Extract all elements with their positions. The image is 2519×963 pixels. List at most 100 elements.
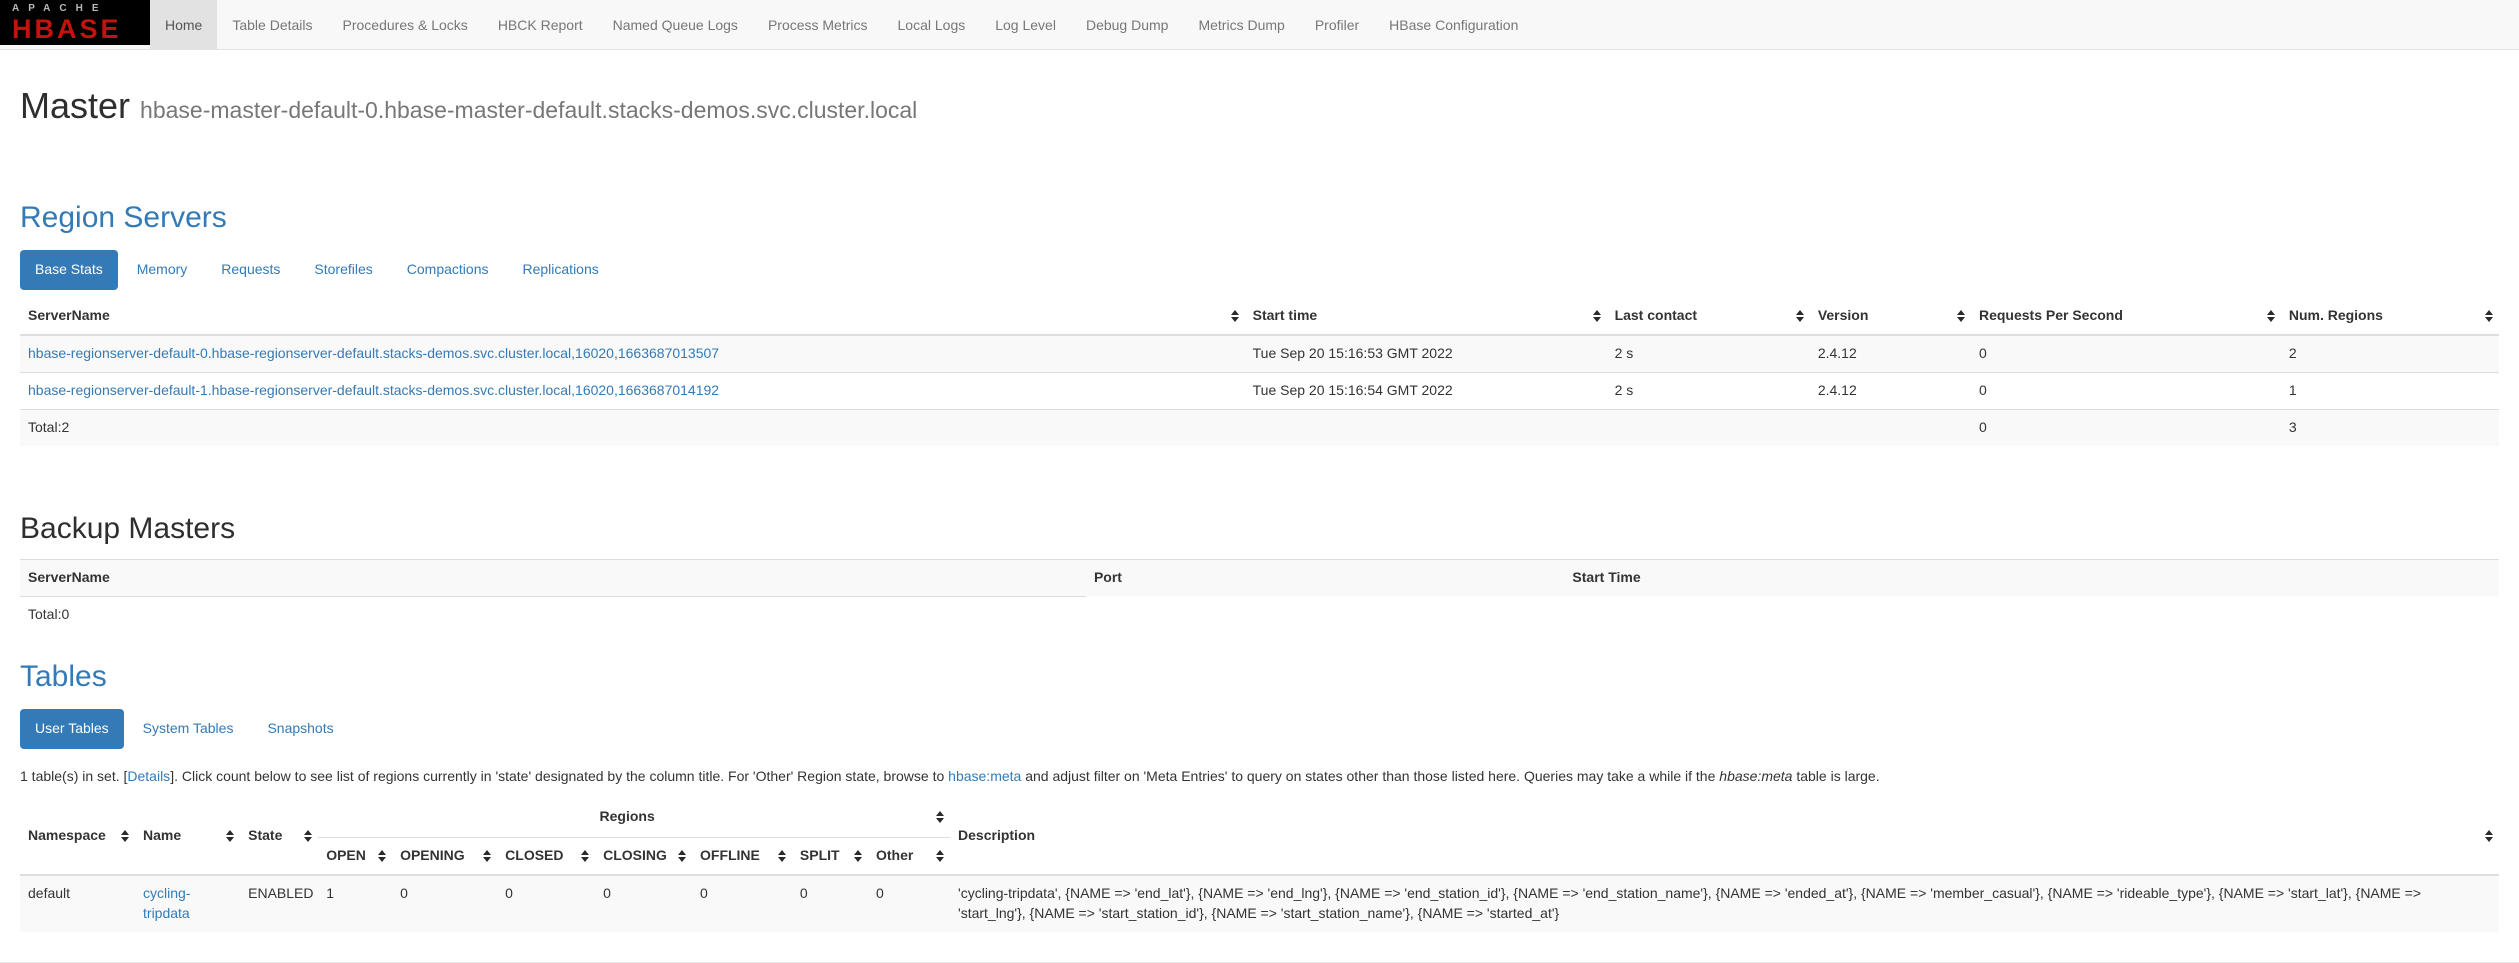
- col-header-split[interactable]: SPLIT: [792, 838, 868, 875]
- col-header-regions-group[interactable]: Regions: [318, 797, 950, 837]
- num-regions-cell: 2: [2281, 335, 2499, 372]
- table-row: hbase-regionserver-default-1.hbase-regio…: [20, 372, 2499, 409]
- tab-requests-link[interactable]: Requests: [206, 250, 295, 290]
- sort-icon[interactable]: [936, 811, 944, 823]
- tab-system-tables[interactable]: System Tables: [128, 709, 249, 749]
- col-header-requests-per-second[interactable]: Requests Per Second: [1971, 298, 2281, 335]
- col-header-closed-label: CLOSED: [505, 847, 563, 863]
- regionserver-link[interactable]: hbase-regionserver-default-1.hbase-regio…: [28, 382, 719, 398]
- col-header-num-regions[interactable]: Num. Regions: [2281, 298, 2499, 335]
- tab-base-stats-link[interactable]: Base Stats: [20, 250, 118, 290]
- sort-icon[interactable]: [378, 850, 386, 862]
- sort-icon[interactable]: [936, 850, 944, 862]
- nav-item-table-details[interactable]: Table Details: [217, 0, 327, 49]
- col-header-version[interactable]: Version: [1810, 298, 1971, 335]
- nav-item-debug-dump[interactable]: Debug Dump: [1071, 0, 1184, 49]
- nav-item-metrics-dump[interactable]: Metrics Dump: [1183, 0, 1299, 49]
- sort-icon[interactable]: [854, 850, 862, 862]
- logo-hbase-text: HBASE: [12, 15, 150, 43]
- tab-storefiles-link[interactable]: Storefiles: [299, 250, 387, 290]
- nav-item-profiler[interactable]: Profiler: [1300, 0, 1374, 49]
- start-time-cell: Tue Sep 20 15:16:53 GMT 2022: [1245, 335, 1607, 372]
- nav-item-process-metrics[interactable]: Process Metrics: [753, 0, 883, 49]
- tab-snapshots-link[interactable]: Snapshots: [252, 709, 348, 749]
- tab-requests[interactable]: Requests: [206, 250, 295, 290]
- sort-icon[interactable]: [778, 850, 786, 862]
- nav-link-log-level[interactable]: Log Level: [980, 0, 1071, 50]
- nav-item-local-logs[interactable]: Local Logs: [883, 0, 981, 49]
- tab-user-tables-link[interactable]: User Tables: [20, 709, 124, 749]
- empty-cell: [1245, 409, 1607, 445]
- col-header-offline[interactable]: OFFLINE: [692, 838, 792, 875]
- tables-heading: Tables: [20, 660, 2499, 693]
- hbase-meta-italic: hbase:meta: [1719, 768, 1792, 784]
- sort-icon[interactable]: [226, 830, 234, 842]
- split-count-cell: 0: [792, 875, 868, 932]
- open-count[interactable]: 1: [326, 885, 334, 901]
- note-text: ]. Click count below to see list of regi…: [170, 768, 948, 784]
- nav-link-home[interactable]: Home: [150, 0, 217, 50]
- tab-system-tables-link[interactable]: System Tables: [128, 709, 249, 749]
- nav-link-table-details[interactable]: Table Details: [217, 0, 327, 50]
- sort-icon[interactable]: [1957, 310, 1965, 322]
- regionserver-link[interactable]: hbase-regionserver-default-0.hbase-regio…: [28, 345, 719, 361]
- nav-link-local-logs[interactable]: Local Logs: [883, 0, 981, 50]
- col-header-other[interactable]: Other: [868, 838, 950, 875]
- nav-item-named-queue-logs[interactable]: Named Queue Logs: [598, 0, 753, 49]
- col-header-description[interactable]: Description: [950, 797, 2499, 875]
- col-header-name-label: Name: [143, 827, 181, 843]
- col-header-description-label: Description: [958, 827, 1035, 843]
- col-header-namespace[interactable]: Namespace: [20, 797, 135, 875]
- nav-link-process-metrics[interactable]: Process Metrics: [753, 0, 883, 50]
- sort-icon[interactable]: [581, 850, 589, 862]
- nav-link-named-queue-logs[interactable]: Named Queue Logs: [598, 0, 753, 50]
- tab-memory-link[interactable]: Memory: [122, 250, 203, 290]
- sort-icon[interactable]: [304, 830, 312, 842]
- nav-link-debug-dump[interactable]: Debug Dump: [1071, 0, 1184, 50]
- tab-replications-link[interactable]: Replications: [507, 250, 613, 290]
- details-link[interactable]: Details: [127, 768, 170, 784]
- nav-link-hbck-report[interactable]: HBCK Report: [483, 0, 598, 50]
- tab-compactions[interactable]: Compactions: [392, 250, 504, 290]
- sort-icon[interactable]: [121, 830, 129, 842]
- sort-icon[interactable]: [1593, 310, 1601, 322]
- navbar-menu: Home Table Details Procedures & Locks HB…: [150, 0, 1533, 49]
- closed-count-cell: 0: [497, 875, 595, 932]
- sort-icon[interactable]: [678, 850, 686, 862]
- nav-item-procedures-locks[interactable]: Procedures & Locks: [328, 0, 483, 49]
- sort-icon[interactable]: [483, 850, 491, 862]
- sort-icon[interactable]: [2485, 310, 2493, 322]
- col-header-other-label: Other: [876, 847, 913, 863]
- col-header-start-time[interactable]: Start time: [1245, 298, 1607, 335]
- tab-replications[interactable]: Replications: [507, 250, 613, 290]
- nav-link-procedures-locks[interactable]: Procedures & Locks: [328, 0, 483, 50]
- tab-snapshots[interactable]: Snapshots: [252, 709, 348, 749]
- nav-item-log-level[interactable]: Log Level: [980, 0, 1071, 49]
- sort-icon[interactable]: [1231, 310, 1239, 322]
- sort-icon[interactable]: [2485, 830, 2493, 842]
- nav-link-metrics-dump[interactable]: Metrics Dump: [1183, 0, 1299, 50]
- tab-storefiles[interactable]: Storefiles: [299, 250, 387, 290]
- col-header-open[interactable]: OPEN: [318, 838, 392, 875]
- col-header-name[interactable]: Name: [135, 797, 240, 875]
- nav-link-hbase-configuration[interactable]: HBase Configuration: [1374, 0, 1533, 50]
- sort-icon[interactable]: [1796, 310, 1804, 322]
- sort-icon[interactable]: [2267, 310, 2275, 322]
- hbase-meta-link[interactable]: hbase:meta: [948, 768, 1021, 784]
- tab-user-tables[interactable]: User Tables: [20, 709, 124, 749]
- nav-item-home[interactable]: Home: [150, 0, 217, 49]
- tab-compactions-link[interactable]: Compactions: [392, 250, 504, 290]
- col-header-state[interactable]: State: [240, 797, 318, 875]
- tab-base-stats[interactable]: Base Stats: [20, 250, 118, 290]
- nav-link-profiler[interactable]: Profiler: [1300, 0, 1374, 50]
- col-header-last-contact[interactable]: Last contact: [1607, 298, 1810, 335]
- col-header-servername[interactable]: ServerName: [20, 298, 1245, 335]
- tab-memory[interactable]: Memory: [122, 250, 203, 290]
- col-header-closing[interactable]: CLOSING: [595, 838, 692, 875]
- nav-item-hbase-configuration[interactable]: HBase Configuration: [1374, 0, 1533, 49]
- col-header-closed[interactable]: CLOSED: [497, 838, 595, 875]
- col-header-opening[interactable]: OPENING: [392, 838, 497, 875]
- nav-item-hbck-report[interactable]: HBCK Report: [483, 0, 598, 49]
- table-name-link[interactable]: cycling-tripdata: [143, 885, 190, 921]
- total-num-regions: 3: [2281, 409, 2499, 445]
